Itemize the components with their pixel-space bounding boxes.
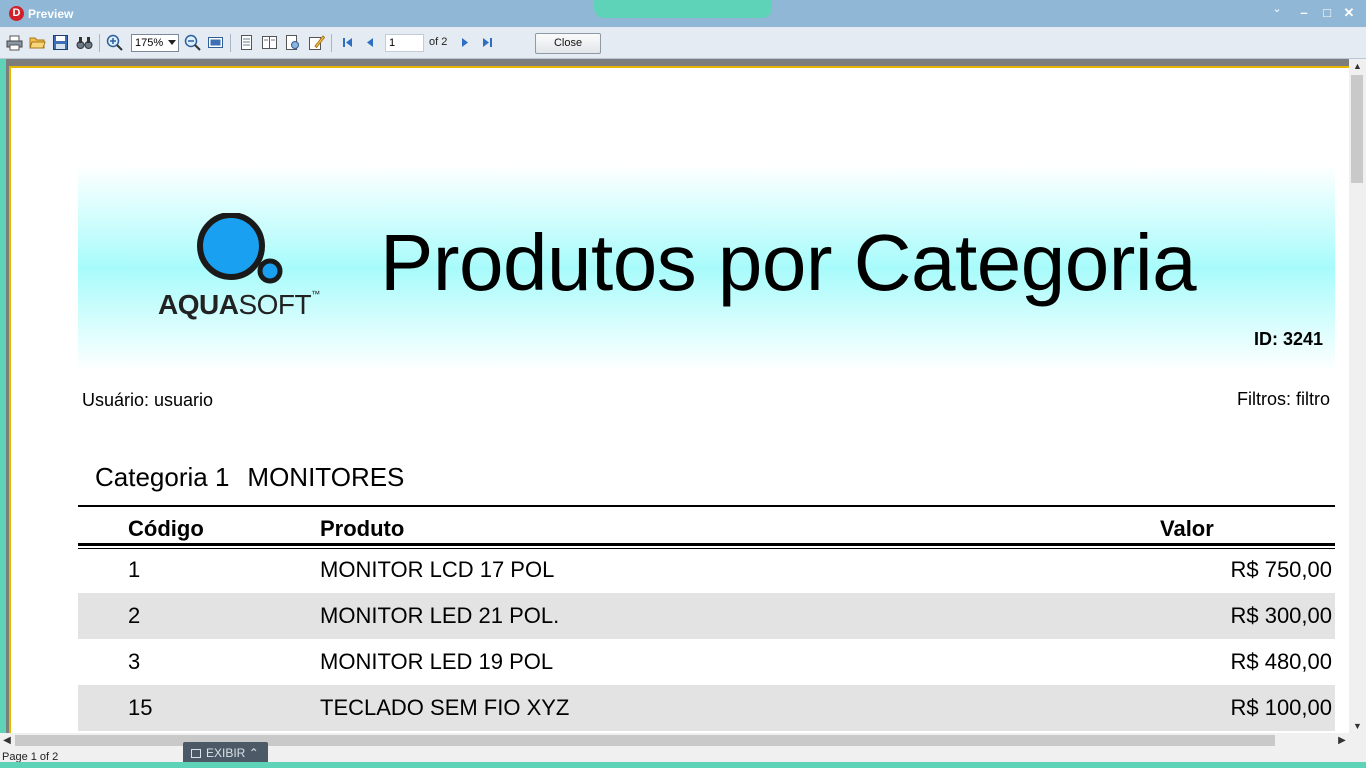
page-setup-icon[interactable] [284, 34, 301, 51]
scroll-right-icon[interactable]: ▶ [1335, 733, 1349, 748]
first-page-icon[interactable] [339, 34, 356, 51]
vertical-scrollbar[interactable]: ▲ ▼ [1349, 59, 1366, 733]
cell-product: TECLADO SEM FIO XYZ [320, 695, 570, 720]
chevron-up-icon: ⌃ [248, 746, 259, 760]
next-page-icon[interactable] [456, 34, 473, 51]
filter-label: Filtros: filtro [1236, 389, 1330, 409]
close-button[interactable]: Close [535, 33, 601, 54]
toolbar-separator [230, 34, 231, 52]
open-folder-icon[interactable] [29, 34, 46, 51]
report-header-band: AQUASOFT™ Produtos por Categoria ID: 324… [78, 165, 1335, 371]
app-icon: D [9, 6, 24, 21]
column-header-value: Valor [1160, 516, 1214, 541]
minimize-icon[interactable]: – [1296, 5, 1312, 21]
table-row: 2 MONITOR LED 21 POL. R$ 300,00 [78, 593, 1335, 639]
category-name: MONITORES [247, 462, 405, 492]
print-icon[interactable] [6, 34, 23, 51]
table-row: 3 MONITOR LED 19 POL R$ 480,00 [78, 639, 1335, 685]
cell-product: MONITOR LED 21 POL. [320, 603, 560, 628]
single-page-icon[interactable] [238, 34, 255, 51]
cell-code: 15 [128, 695, 153, 720]
page-count-label: of 2 [429, 36, 448, 48]
logo-wordmark: AQUASOFT™ [158, 289, 320, 320]
table-row: 1 MONITOR LCD 17 POL R$ 750,00 [78, 547, 1335, 593]
window-icon [191, 749, 201, 758]
two-pages-icon[interactable] [261, 34, 278, 51]
zoom-in-icon[interactable] [106, 34, 123, 51]
page-number-input[interactable]: 1 [385, 34, 424, 52]
column-header-code: Código [128, 516, 204, 541]
report-title: Produtos por Categoria [380, 218, 1197, 307]
collapse-tab[interactable]: ⌄ [594, 0, 1282, 18]
zoom-value: 175% [135, 37, 164, 49]
cell-code: 1 [128, 557, 141, 582]
cell-value: R$ 300,00 [1230, 603, 1332, 628]
page-width-icon[interactable] [207, 34, 224, 51]
cell-code: 3 [128, 649, 141, 674]
aquasoft-logo-icon [197, 212, 283, 284]
scroll-left-icon[interactable]: ◀ [0, 733, 14, 748]
category-heading: Categoria 1 MONITORES [95, 462, 422, 493]
zoom-select[interactable]: 175% [131, 34, 179, 52]
scrollbar-corner [1349, 733, 1366, 748]
user-label: Usuário: usuario [82, 390, 214, 410]
report-page: AQUASOFT™ Produtos por Categoria ID: 324… [9, 66, 1349, 733]
category-label: Categoria 1 [95, 462, 230, 492]
scroll-up-icon[interactable]: ▲ [1349, 59, 1366, 73]
dropdown-arrow-icon[interactable] [168, 40, 176, 45]
vertical-scroll-thumb[interactable] [1351, 75, 1363, 183]
window-title: Preview [28, 7, 74, 21]
zoom-out-icon[interactable] [184, 34, 201, 51]
cell-value: R$ 480,00 [1230, 649, 1332, 674]
title-bar: ⌄ D Preview – □ ✕ [0, 0, 1366, 27]
exibir-tab[interactable]: EXIBIR ⌃ [183, 742, 268, 764]
column-header-product: Produto [320, 516, 405, 541]
window-bottom-border [0, 762, 1366, 768]
aquasoft-logo: AQUASOFT™ [158, 212, 333, 323]
previous-page-icon[interactable] [362, 34, 379, 51]
cell-code: 2 [128, 603, 141, 628]
exibir-label: EXIBIR [206, 746, 246, 760]
toolbar: 175% 1 of 2 Close [0, 27, 1366, 59]
close-window-icon[interactable]: ✕ [1341, 5, 1357, 21]
maximize-icon[interactable]: □ [1319, 5, 1335, 21]
find-binoculars-icon[interactable] [76, 34, 93, 51]
cell-product: MONITOR LCD 17 POL [320, 557, 555, 582]
cell-product: MONITOR LED 19 POL [320, 649, 554, 674]
scroll-down-icon[interactable]: ▼ [1349, 719, 1366, 733]
preview-canvas[interactable]: AQUASOFT™ Produtos por Categoria ID: 324… [6, 59, 1349, 733]
header-divider [78, 543, 1335, 546]
edit-page-icon[interactable] [308, 34, 325, 51]
cell-value: R$ 100,00 [1230, 695, 1332, 720]
table-row: 15 TECLADO SEM FIO XYZ R$ 100,00 [78, 685, 1335, 731]
save-icon[interactable] [52, 34, 69, 51]
cell-value: R$ 750,00 [1230, 557, 1332, 582]
chevron-down-icon[interactable]: ⌄ [1270, 2, 1284, 16]
toolbar-separator [331, 34, 332, 52]
last-page-icon[interactable] [479, 34, 496, 51]
table-top-divider [78, 505, 1335, 507]
report-id: ID: 3241 [1253, 329, 1323, 349]
toolbar-separator [99, 34, 100, 52]
